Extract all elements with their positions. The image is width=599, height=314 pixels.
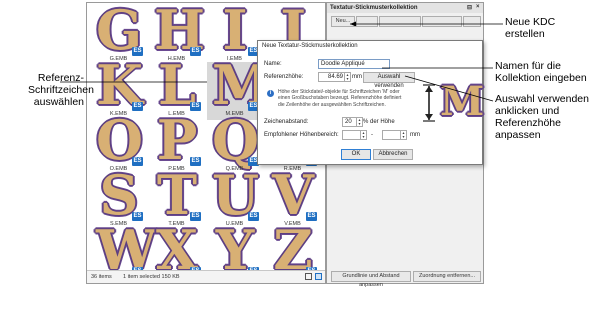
callout-use-selection: Auswahl verwenden anklicken und Referenz…	[495, 93, 589, 141]
cancel-button[interactable]: Abbrechen	[373, 149, 413, 160]
spacing-spinner[interactable]: ▴ ▾	[356, 118, 362, 126]
reference-height-input[interactable]: 84.69 ▴ ▾	[318, 72, 351, 82]
adjust-baseline-button[interactable]: Grundlinie und Abstand anpassen	[331, 271, 411, 288]
ok-button[interactable]: OK	[341, 149, 371, 160]
spacing-unit: % der Höhe	[363, 119, 395, 125]
new-collection-dialog: Neue Textatur-Stickmusterkollektion Name…	[257, 40, 485, 165]
letter-glyph: Y	[215, 218, 255, 272]
info-icon: i	[267, 90, 274, 97]
callout-reference-select: Referenz- Schriftzeichen auswählen	[28, 72, 94, 108]
range-separator: -	[371, 132, 373, 138]
info-text: Höhe der Stickdatei/-objekte für Schrift…	[278, 89, 402, 108]
docker-button-3[interactable]	[379, 16, 421, 27]
docker-button-2[interactable]	[356, 16, 378, 27]
thumbnail-x[interactable]: XES	[149, 218, 204, 272]
thumbnail-w[interactable]: WES	[91, 218, 157, 272]
use-selection-button[interactable]: Auswahl verwenden	[363, 72, 415, 89]
reference-height-spinner[interactable]: ▴ ▾	[344, 73, 350, 81]
spacing-value: 20	[345, 119, 352, 125]
name-label: Name:	[264, 61, 282, 67]
remove-assignment-button[interactable]: Zuordnung entfernen...	[413, 271, 481, 282]
reference-height-value: 84.69	[327, 74, 343, 80]
thumbnail-z[interactable]: ZES	[265, 218, 320, 272]
item-count: 36 items	[91, 274, 112, 280]
reference-preview: M	[440, 78, 485, 125]
letter-glyph: Z	[273, 218, 313, 272]
height-indicator-icon	[423, 84, 435, 122]
callout-name-collection: Namen für die Kollektion eingeben	[495, 60, 587, 84]
thumbnail-view-icon[interactable]	[315, 273, 322, 280]
range-max-input[interactable]: ▴ ▾	[382, 130, 407, 140]
range-min-spinner[interactable]: ▴ ▾	[360, 131, 366, 139]
letter-glyph: W	[96, 218, 157, 272]
selection-info: 1 item selected 150 KB	[123, 274, 180, 280]
close-icon[interactable]: ×	[476, 4, 480, 10]
docker-button-5[interactable]	[463, 16, 481, 27]
range-max-spinner[interactable]: ▴ ▾	[400, 131, 406, 139]
docker-button-4[interactable]	[422, 16, 462, 27]
recommended-range-label: Empfohlener Höhenbereich:	[264, 132, 339, 138]
pin-icon[interactable]: ⊟	[467, 4, 472, 11]
range-unit: mm	[410, 132, 420, 138]
spacing-input[interactable]: 20 ▴ ▾	[342, 117, 363, 127]
name-input[interactable]: Doodle Appliqué	[318, 59, 390, 69]
dialog-title: Neue Textatur-Stickmusterkollektion	[262, 43, 358, 49]
reference-height-unit: mm	[352, 74, 362, 80]
new-collection-button[interactable]: Neu...	[331, 16, 355, 27]
range-min-input[interactable]: ▴ ▾	[342, 130, 367, 140]
docker-title: Textatur-Stickmusterkollektion	[330, 5, 418, 11]
letter-glyph: X	[156, 218, 198, 272]
docker-title-bar: Textatur-Stickmusterkollektion ⊟ ×	[327, 3, 483, 13]
spacing-label: Zeichenabstand:	[264, 119, 309, 125]
reference-height-label: Referenzhöhe:	[264, 74, 304, 80]
list-view-icon[interactable]	[305, 273, 312, 280]
thumbnail-y[interactable]: YES	[207, 218, 262, 272]
browser-status-bar: 36 items 1 item selected 150 KB	[87, 270, 325, 283]
callout-new-kdc: Neue KDC erstellen	[505, 16, 556, 40]
